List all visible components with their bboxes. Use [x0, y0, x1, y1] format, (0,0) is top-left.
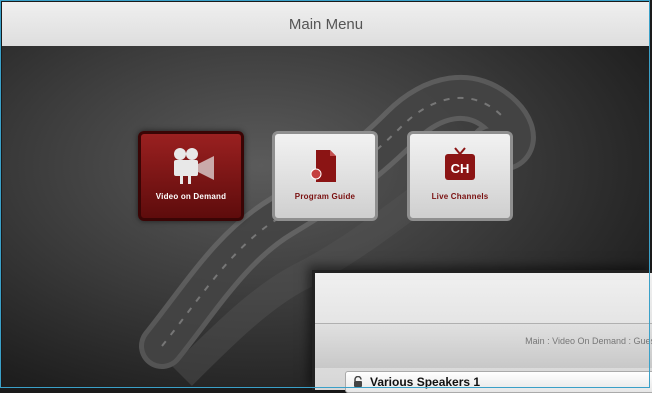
- menu-tile-label: Video on Demand: [155, 192, 227, 201]
- title-bar: Main Menu: [2, 2, 650, 46]
- menu-tile-label: Program Guide: [294, 192, 356, 201]
- tv-ch-icon: CH: [445, 147, 475, 180]
- breadcrumb: Main : Video On Demand : Gues: [525, 336, 652, 346]
- document-icon: [310, 150, 336, 182]
- video-on-demand-panel: Main : Video On Demand : Gues Various Sp…: [312, 270, 652, 393]
- subpanel-header: Main : Video On Demand : Gues: [315, 323, 652, 368]
- menu-tile-live-channels[interactable]: CH Live Channels: [407, 131, 513, 221]
- list-item-label: Various Speakers 1: [370, 375, 481, 389]
- lock-icon: [354, 376, 362, 387]
- tv-ch-text: CH: [451, 161, 470, 176]
- menu-tile-program-guide[interactable]: Program Guide: [272, 131, 378, 221]
- menu-tile-label: Live Channels: [431, 192, 489, 201]
- menu-tile-video-on-demand[interactable]: Video on Demand: [138, 131, 244, 221]
- page-title: Main Menu: [288, 15, 364, 33]
- movie-camera-icon: [174, 148, 214, 184]
